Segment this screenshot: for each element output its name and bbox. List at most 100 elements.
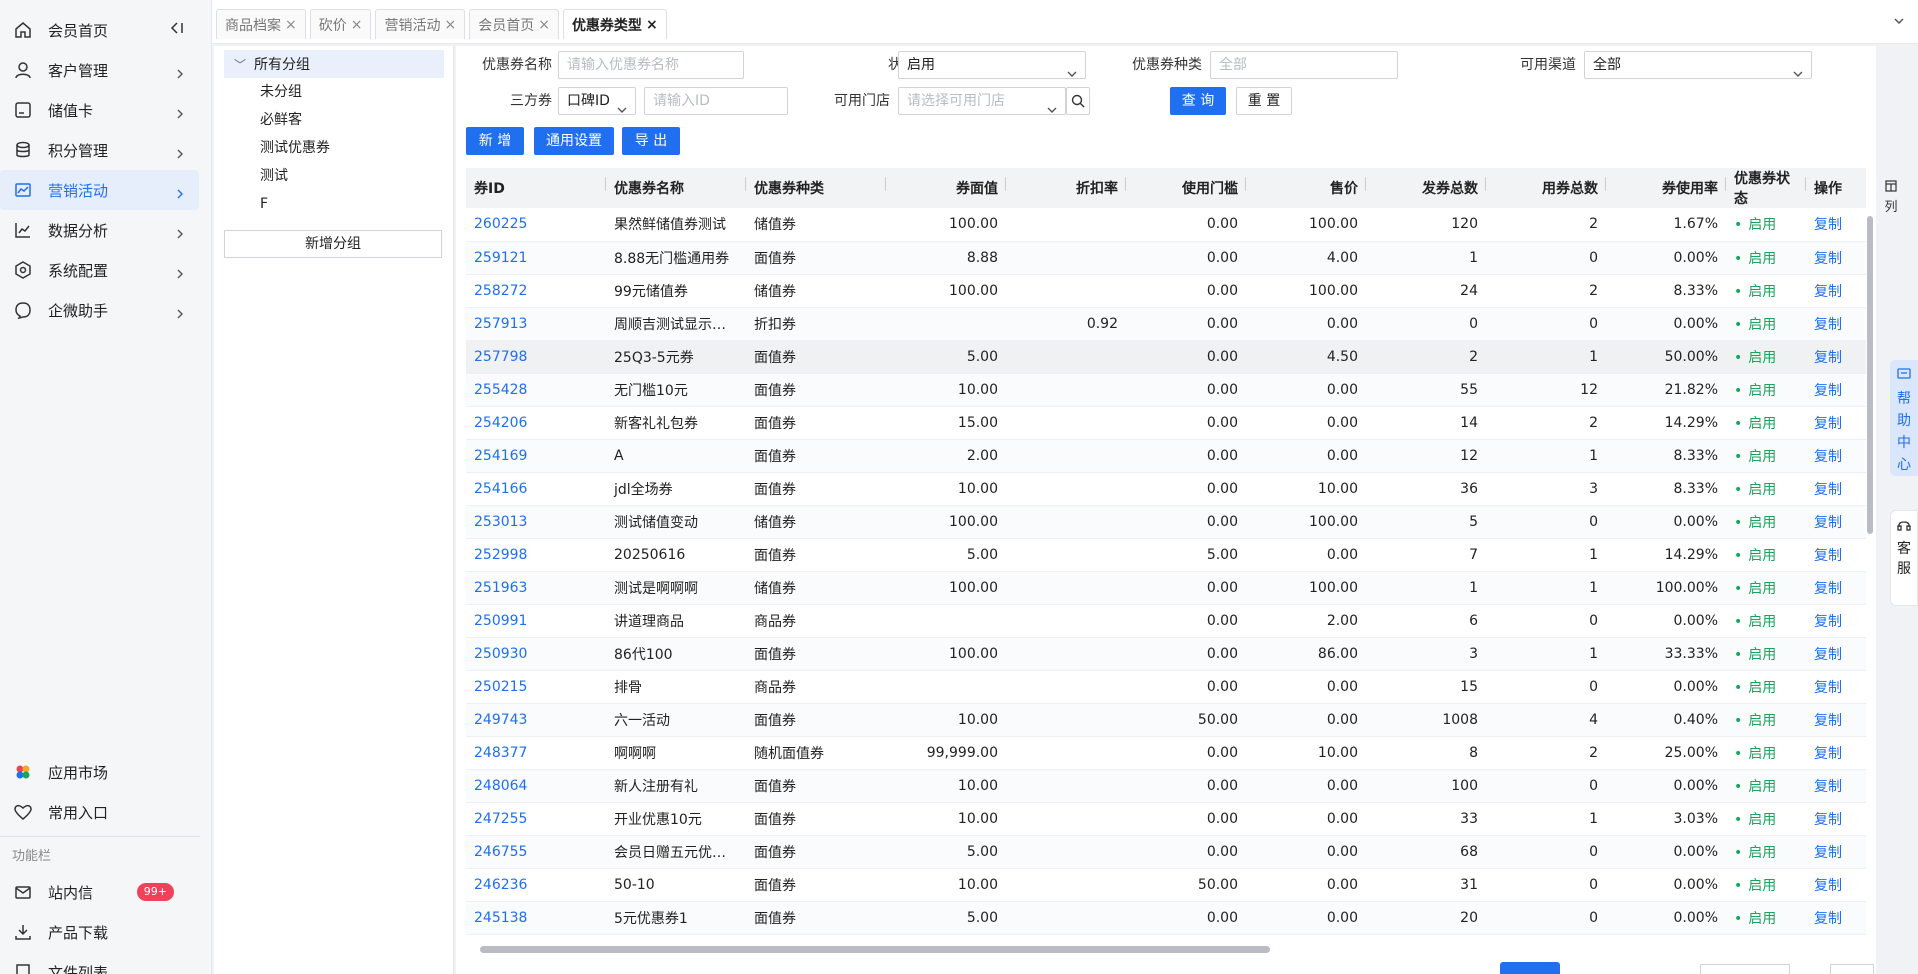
sidebar-item-marketing[interactable]: 营销活动 <box>0 170 199 210</box>
sidebar-item-home[interactable]: 会员首页 <box>0 10 199 50</box>
tree-node[interactable]: 测试 <box>214 162 453 190</box>
table-row[interactable]: 25093086代100面值券100.00 0.0086.003133.33%启用… <box>466 637 1866 671</box>
sidebar-item-wecom[interactable]: 企微助手 <box>0 290 199 330</box>
export-button[interactable]: 导 出 <box>622 127 680 155</box>
copy-link[interactable]: 复制 <box>1806 472 1866 506</box>
tab-product-archive[interactable]: 商品档案 × <box>216 9 306 39</box>
table-row[interactable]: 24623650-10面值券10.00 50.000.003100.00%启用复制 <box>466 868 1866 902</box>
tree-node[interactable]: F <box>214 190 453 218</box>
coupon-id-link[interactable]: 248064 <box>466 769 606 803</box>
copy-link[interactable]: 复制 <box>1806 373 1866 407</box>
scrollbar-thumb[interactable] <box>480 946 1270 953</box>
sidebar-item-settings[interactable]: 系统配置 <box>0 250 199 290</box>
coupon-name-input[interactable]: 请输入优惠券名称 <box>558 51 744 79</box>
copy-link[interactable]: 复制 <box>1806 703 1866 737</box>
column-header[interactable]: 券使用率 <box>1606 168 1726 208</box>
pagination-current-page[interactable] <box>1500 962 1560 974</box>
third-party-select[interactable]: 口碑ID <box>558 87 636 115</box>
copy-link[interactable]: 复制 <box>1806 868 1866 902</box>
close-icon[interactable]: × <box>538 17 550 33</box>
close-icon[interactable]: × <box>444 17 456 33</box>
coupon-id-link[interactable]: 248377 <box>466 736 606 770</box>
chevron-down-icon[interactable]: ﹀ <box>234 56 246 73</box>
customer-service-widget[interactable]: 客服 <box>1890 510 1918 606</box>
copy-link[interactable]: 复制 <box>1806 307 1866 341</box>
help-center-widget[interactable]: 帮助中心 <box>1890 360 1918 476</box>
table-row[interactable]: 254166jdl全场券面值券10.000.0010.003638.33%启用复… <box>466 472 1866 506</box>
table-row[interactable]: 253013测试储值变动储值券100.000.00100.00500.00%启用… <box>466 505 1866 539</box>
copy-link[interactable]: 复制 <box>1806 802 1866 836</box>
sidebar-item-stored-value[interactable]: 储值卡 <box>0 90 199 130</box>
chevron-down-icon[interactable] <box>1892 14 1908 30</box>
sidebar-item-favorites[interactable]: 常用入口 <box>0 792 188 832</box>
coupon-id-link[interactable]: 250991 <box>466 604 606 638</box>
general-settings-button[interactable]: 通用设置 <box>534 127 614 155</box>
table-row[interactable]: 254169A面值券2.000.000.001218.33%启用复制 <box>466 439 1866 473</box>
copy-link[interactable]: 复制 <box>1806 274 1866 308</box>
copy-link[interactable]: 复制 <box>1806 208 1866 242</box>
copy-link[interactable]: 复制 <box>1806 538 1866 572</box>
copy-link[interactable]: 复制 <box>1806 241 1866 275</box>
copy-link[interactable]: 复制 <box>1806 901 1866 935</box>
table-row[interactable]: 260225 果然鲜储值券测试 储值券 100.00 0.00 100.00 120 2 1.6… <box>466 208 1866 242</box>
tree-node[interactable]: 未分组 <box>214 78 453 106</box>
copy-link[interactable]: 复制 <box>1806 604 1866 638</box>
copy-link[interactable]: 复制 <box>1806 769 1866 803</box>
column-settings-button[interactable]: 列 <box>1880 180 1902 215</box>
table-row[interactable]: 249743六一活动面值券10.00 50.000.00100840.40%启用复… <box>466 703 1866 737</box>
table-row[interactable]: 254206新客礼礼包券面值券15.000.000.0014214.29%启用复… <box>466 406 1866 440</box>
coupon-id-link[interactable]: 257913 <box>466 307 606 341</box>
column-header[interactable]: 用券总数 <box>1486 168 1606 208</box>
coupon-id-link[interactable]: 251963 <box>466 571 606 605</box>
store-search-button[interactable] <box>1066 87 1090 115</box>
coupon-id-link[interactable]: 250215 <box>466 670 606 704</box>
table-row[interactable]: 246755会员日赠五元优…面值券5.000.000.006800.00%启用复… <box>466 835 1866 869</box>
sidebar-item-customers[interactable]: 客户管理 <box>0 50 199 90</box>
coupon-id-link[interactable]: 254166 <box>466 472 606 506</box>
column-header[interactable]: 售价 <box>1246 168 1366 208</box>
copy-link[interactable]: 复制 <box>1806 505 1866 539</box>
table-row[interactable]: 250991讲道理商品商品券 0.002.00600.00%启用复制 <box>466 604 1866 638</box>
table-row[interactable]: 25779825Q3-5元券面值券5.00 0.004.502150.00%启用复… <box>466 340 1866 374</box>
coupon-id-link[interactable]: 257798 <box>466 340 606 374</box>
copy-link[interactable]: 复制 <box>1806 670 1866 704</box>
column-header[interactable]: 优惠券状态 <box>1726 168 1806 208</box>
column-header[interactable]: 优惠券种类 <box>746 168 886 208</box>
table-row[interactable]: 2451385元优惠券1面值券5.000.000.002000.00%启用复制 <box>466 901 1866 935</box>
copy-link[interactable]: 复制 <box>1806 571 1866 605</box>
coupon-id-link[interactable]: 246236 <box>466 868 606 902</box>
sidebar-item-analytics[interactable]: 数据分析 <box>0 210 199 250</box>
channel-select[interactable]: 全部 <box>1584 51 1812 79</box>
table-row[interactable]: 25299820250616面值券5.005.000.007114.29%启用复… <box>466 538 1866 572</box>
scrollbar-thumb[interactable] <box>1867 216 1873 534</box>
query-button[interactable]: 查 询 <box>1170 87 1226 115</box>
coupon-id-link[interactable]: 246755 <box>466 835 606 869</box>
table-row[interactable]: 251963 测试是啊啊啊 储值券 100.00 0.00 100.00 1 1 100.00%… <box>466 571 1866 605</box>
table-row[interactable]: 250215排骨商品券0.000.001500.00%启用复制 <box>466 670 1866 704</box>
copy-link[interactable]: 复制 <box>1806 406 1866 440</box>
coupon-id-link[interactable]: 250930 <box>466 637 606 671</box>
close-icon[interactable]: × <box>285 17 297 33</box>
table-row[interactable]: 248064新人注册有礼面值券10.000.000.0010000.00%启用复… <box>466 769 1866 803</box>
collapse-sidebar-icon[interactable] <box>169 21 185 39</box>
horizontal-scrollbar[interactable] <box>470 946 1860 954</box>
copy-link[interactable]: 复制 <box>1806 637 1866 671</box>
column-header[interactable]: 发券总数 <box>1366 168 1486 208</box>
copy-link[interactable]: 复制 <box>1806 340 1866 374</box>
store-select[interactable]: 请选择可用门店 <box>898 87 1066 115</box>
table-row[interactable]: 247255开业优惠10元面值券10.000.000.003313.03%启用复… <box>466 802 1866 836</box>
page-size-select[interactable] <box>1700 964 1790 974</box>
tab-member-home[interactable]: 会员首页 × <box>469 9 559 39</box>
close-icon[interactable]: × <box>646 17 658 33</box>
coupon-id-link[interactable]: 245092 <box>466 934 606 940</box>
copy-link[interactable]: 复制 <box>1806 439 1866 473</box>
table-row[interactable]: 245092100储值券0412储值券100.00 0.0095.004125.0… <box>466 934 1866 940</box>
reset-button[interactable]: 重 置 <box>1236 87 1292 115</box>
table-row[interactable]: 257913周顺吉测试显示…折扣券0.920.000.00000.00%启用复制 <box>466 307 1866 341</box>
copy-link[interactable]: 复制 <box>1806 736 1866 770</box>
table-row[interactable]: 248377 啊啊啊 随机面值券 99,999.00 0.00 10.00 8 2 25.00%… <box>466 736 1866 770</box>
column-header[interactable]: 使用门槛 <box>1126 168 1246 208</box>
column-header[interactable]: 优惠券名称 <box>606 168 746 208</box>
tree-node[interactable]: 必鲜客 <box>214 106 453 134</box>
coupon-id-link[interactable]: 249743 <box>466 703 606 737</box>
